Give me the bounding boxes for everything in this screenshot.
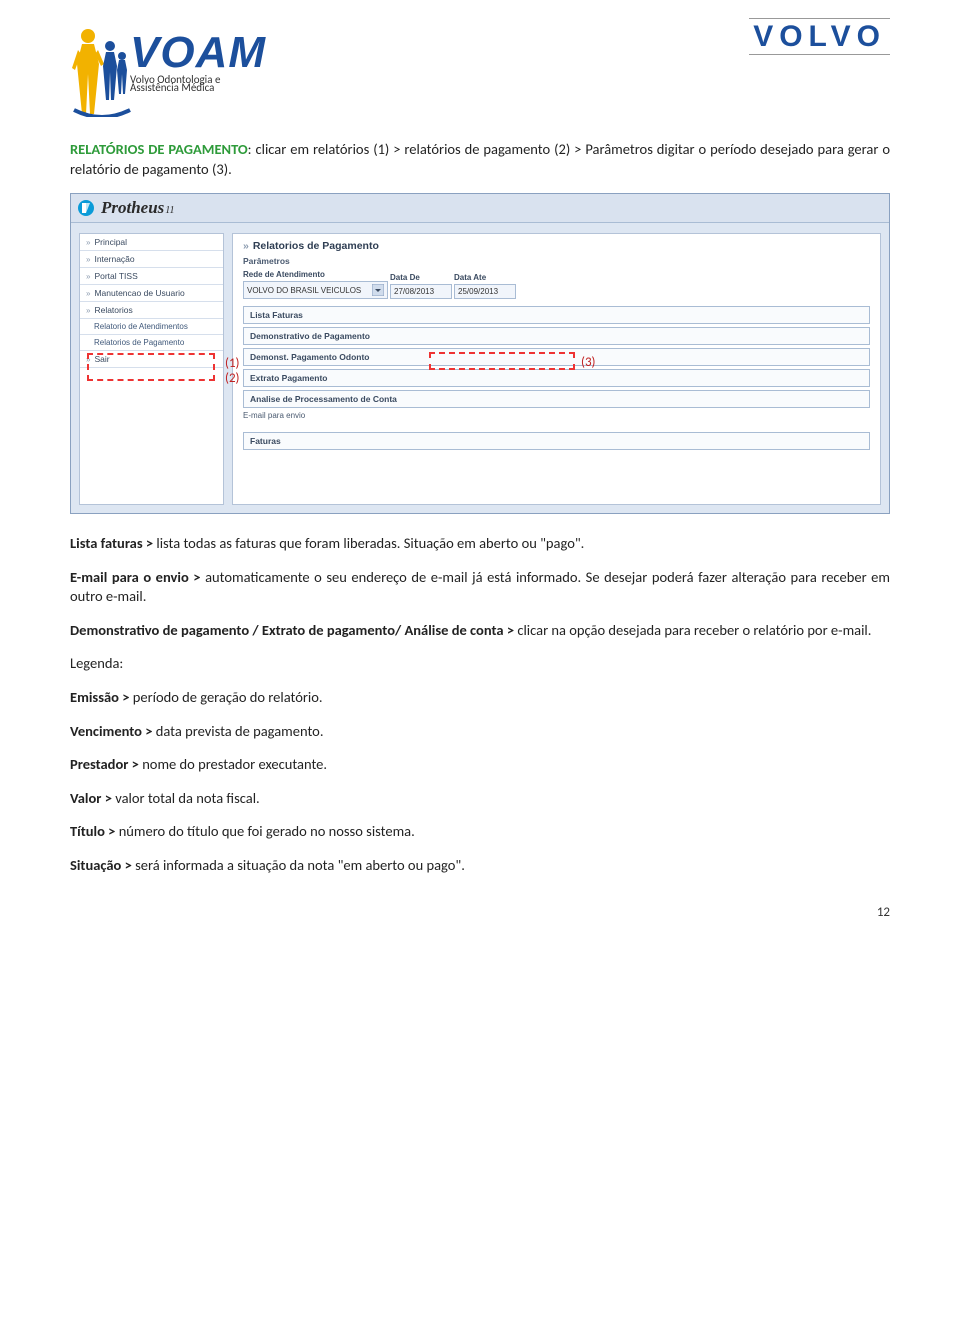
para-legenda: Legenda:: [70, 654, 890, 674]
nav-item-internacao[interactable]: »Internação: [80, 251, 223, 268]
voam-logo-subtitle-2: Assistência Médica: [130, 82, 266, 94]
nav-item-principal[interactable]: »Principal: [80, 234, 223, 251]
annotation-box-1: [87, 353, 215, 381]
rede-label: Rede de Atendimento: [243, 270, 388, 281]
app-titlebar: Protheus11: [71, 194, 889, 223]
volvo-logo: VOLVO: [749, 20, 890, 54]
faturas-label[interactable]: Faturas: [243, 432, 870, 450]
link-demonstrativo[interactable]: Demonstrativo de Pagamento: [243, 327, 870, 345]
para-vencimento: Vencimento > data prevista de pagamento.: [70, 722, 890, 742]
nav-item-relatorios[interactable]: »Relatorios: [80, 302, 223, 319]
para-titulo: Título > número do título que foi gerado…: [70, 822, 890, 842]
link-extrato[interactable]: Extrato Pagamento: [243, 369, 870, 387]
voam-logo-text: VOAM: [130, 28, 266, 78]
nav-item-manutencao[interactable]: »Manutencao de Usuario: [80, 285, 223, 302]
app-logo-icon: [77, 199, 95, 217]
annotation-box-3: [429, 352, 575, 370]
panel-title: »Relatorios de Pagamento: [233, 234, 880, 254]
data-ate-field[interactable]: 25/09/2013: [454, 284, 516, 299]
intro-paragraph: RELATÓRIOS DE PAGAMENTO: clicar em relat…: [70, 140, 890, 179]
annotation-1: (1): [225, 356, 239, 371]
para-email-envio: E-mail para o envio > automaticamente o …: [70, 568, 890, 607]
voam-logo: VOAM Volvo Odontologia e Assistência Méd…: [70, 20, 290, 130]
intro-lead: RELATÓRIOS DE PAGAMENTO: [70, 140, 248, 158]
chevron-down-icon: [372, 284, 384, 296]
para-valor: Valor > valor total da nota fiscal.: [70, 789, 890, 809]
header-logos: VOAM Volvo Odontologia e Assistência Méd…: [70, 0, 890, 140]
app-version: 11: [165, 205, 174, 216]
para-situacao: Situação > será informada a situação da …: [70, 856, 890, 876]
params-row: Rede de Atendimento VOLVO DO BRASIL VEIC…: [233, 268, 880, 303]
data-de-label: Data De: [390, 273, 452, 284]
para-lista-faturas: Lista faturas > lista todas as faturas q…: [70, 534, 890, 554]
annotation-3: (3): [581, 355, 595, 370]
para-emissao: Emissão > período de geração do relatóri…: [70, 688, 890, 708]
para-prestador: Prestador > nome do prestador executante…: [70, 755, 890, 775]
link-lista-faturas[interactable]: Lista Faturas: [243, 306, 870, 324]
page-number: 12: [70, 905, 890, 920]
volvo-logo-text: VOLVO: [749, 18, 890, 55]
data-ate-label: Data Ate: [454, 273, 516, 284]
data-de-field[interactable]: 27/08/2013: [390, 284, 452, 299]
params-section-label: Parâmetros: [233, 254, 880, 268]
nav-item-portal-tiss[interactable]: »Portal TISS: [80, 268, 223, 285]
annotation-2: (2): [225, 371, 239, 386]
email-label: E-mail para envio: [243, 411, 870, 420]
app-title: Protheus: [101, 198, 164, 217]
screenshot: Protheus11 Plano de Saúde »Principal »In…: [70, 193, 890, 514]
nav-sub-atendimentos[interactable]: Relatorio de Atendimentos: [80, 319, 223, 335]
nav-sub-pagamento[interactable]: Relatorios de Pagamento: [80, 335, 223, 351]
link-analise[interactable]: Analise de Processamento de Conta: [243, 390, 870, 408]
para-demonstrativo: Demonstrativo de pagamento / Extrato de …: [70, 621, 890, 641]
rede-dropdown[interactable]: VOLVO DO BRASIL VEICULOS: [243, 281, 388, 299]
voam-figures-icon: [70, 22, 132, 117]
